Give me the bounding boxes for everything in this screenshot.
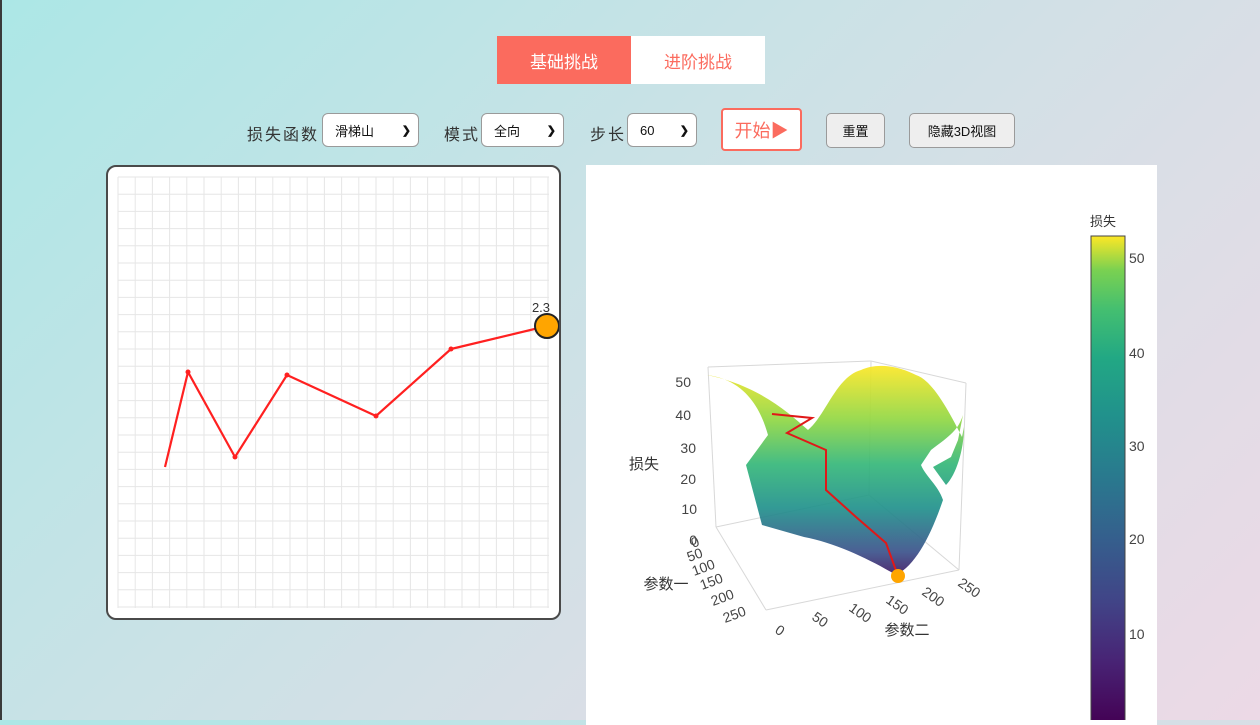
tab-basic-challenge[interactable]: 基础挑战: [497, 36, 631, 84]
loss-function-label: 损失函数: [247, 125, 320, 144]
hide-3d-view-button[interactable]: 隐藏3D视图: [909, 113, 1015, 148]
svg-text:40: 40: [675, 407, 691, 423]
mode-select[interactable]: 全向 ❯: [481, 113, 564, 147]
chevron-down-icon: ❯: [679, 124, 689, 137]
x-axis-ticks: 0 50 100 150 200 250: [685, 533, 749, 626]
loss-2d-panel: 2.3: [106, 165, 561, 620]
loss-3d-plot[interactable]: 50 40 30 20 10 0 损失 0 50 100 150 200 250…: [586, 165, 1157, 725]
svg-text:10: 10: [1129, 626, 1145, 642]
loss-3d-panel: 50 40 30 20 10 0 损失 0 50 100 150 200 250…: [586, 165, 1157, 725]
loss-function-select[interactable]: 滑梯山 ❯: [322, 113, 419, 147]
colorbar-ticks: 50 40 30 20 10: [1129, 250, 1145, 642]
svg-text:150: 150: [883, 591, 911, 618]
ball-value-label: 2.3: [532, 300, 550, 315]
colorbar: [1090, 235, 1126, 725]
svg-text:40: 40: [1129, 345, 1145, 361]
loss-surface: [707, 365, 964, 575]
tab-advanced-challenge[interactable]: 进阶挑战: [631, 36, 765, 84]
loss-function-value: 滑梯山: [335, 123, 375, 139]
loss-2d-plot: 2.3: [117, 176, 559, 608]
svg-text:0: 0: [772, 621, 788, 639]
svg-text:20: 20: [680, 471, 696, 487]
svg-text:20: 20: [1129, 531, 1145, 547]
y-axis-title: 参数二: [884, 621, 929, 639]
step-size-select[interactable]: 60 ❯: [627, 113, 697, 147]
window-edge: [0, 0, 2, 720]
colorbar-title: 损失: [1090, 215, 1116, 230]
svg-text:100: 100: [846, 599, 874, 626]
challenge-tabs: 基础挑战 进阶挑战: [497, 36, 765, 84]
svg-text:30: 30: [1129, 438, 1145, 454]
chevron-down-icon: ❯: [546, 124, 556, 137]
ball-marker[interactable]: [534, 313, 559, 339]
svg-text:250: 250: [955, 574, 983, 601]
z-axis-title: 损失: [629, 455, 659, 473]
svg-text:30: 30: [680, 440, 696, 456]
svg-text:10: 10: [681, 501, 697, 517]
chevron-down-icon: ❯: [401, 124, 411, 137]
step-size-label: 步长: [590, 125, 627, 144]
svg-text:50: 50: [675, 374, 691, 390]
svg-text:50: 50: [809, 608, 831, 630]
reset-button[interactable]: 重置: [826, 113, 885, 148]
svg-text:250: 250: [721, 603, 749, 626]
svg-text:200: 200: [919, 583, 947, 610]
y-axis-ticks: 0 50 100 150 200 250: [772, 574, 983, 639]
path-markers: [185, 346, 454, 460]
descent-path: [163, 324, 548, 468]
start-button[interactable]: 开始▶: [721, 108, 802, 151]
mode-value: 全向: [494, 123, 521, 139]
z-axis-ticks: 50 40 30 20 10 0: [675, 374, 697, 548]
svg-text:50: 50: [1129, 250, 1145, 266]
ball-marker-3d: [891, 569, 905, 583]
x-axis-title: 参数一: [643, 575, 688, 593]
mode-label: 模式: [444, 125, 481, 144]
step-size-value: 60: [640, 122, 655, 138]
